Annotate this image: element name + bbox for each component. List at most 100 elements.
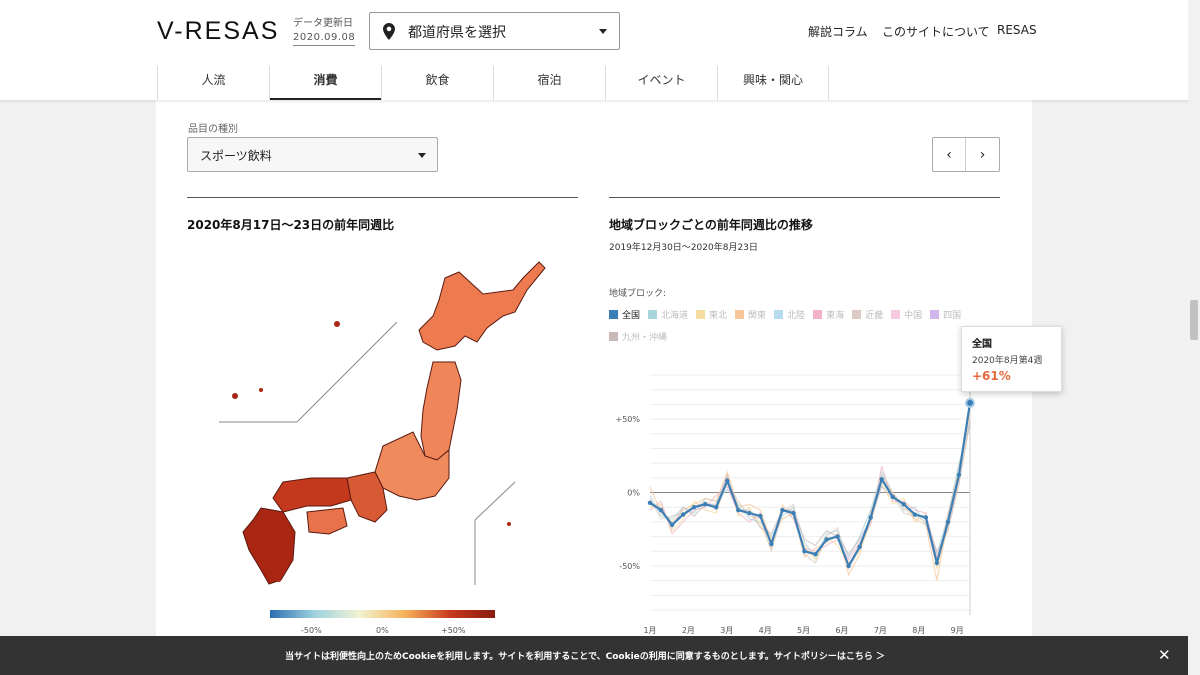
- cookie-bar: 当サイトは利便性向上のためCookieを利用します。サイトを利用することで、Co…: [0, 636, 1200, 675]
- data-point: [802, 549, 807, 554]
- tooltip-week: 2020年8月第4週: [972, 356, 1043, 366]
- inset-line: [296, 321, 398, 423]
- data-point: [758, 513, 763, 519]
- section-divider: [609, 197, 1000, 198]
- legend-swatch: [648, 310, 658, 319]
- y-tick-label: +50%: [616, 415, 641, 424]
- nav-link-resas[interactable]: RESAS: [997, 23, 1037, 37]
- item-type-select[interactable]: スポーツ飲料: [187, 137, 438, 172]
- series-line-東海: [649, 407, 971, 562]
- legend-item[interactable]: 北海道: [648, 308, 688, 321]
- data-point: [780, 507, 785, 513]
- data-point: [691, 504, 697, 510]
- legend-item[interactable]: 北陸: [774, 308, 805, 321]
- tab-interest[interactable]: 興味・関心: [717, 66, 829, 100]
- data-point: [923, 515, 929, 520]
- tab-event[interactable]: イベント: [605, 66, 717, 100]
- cookie-message[interactable]: 当サイトは利便性向上のためCookieを利用します。サイトを利用することで、Co…: [0, 649, 1170, 662]
- data-point: [934, 560, 940, 566]
- chart-tooltip: 全国 2020年8月第4週 +61%: [961, 326, 1062, 392]
- close-icon[interactable]: ✕: [1158, 646, 1171, 664]
- item-type-value: スポーツ飲料: [200, 149, 272, 163]
- legend-item[interactable]: 東北: [696, 308, 727, 321]
- legend-item[interactable]: 九州・沖縄: [609, 330, 667, 343]
- nav-link-about[interactable]: このサイトについて: [882, 23, 990, 40]
- data-point: [791, 510, 796, 516]
- site-logo[interactable]: V-RESAS: [157, 17, 279, 46]
- legend-label-text: 東海: [826, 311, 845, 321]
- update-label: データ更新日: [293, 18, 353, 29]
- scale-label-plus: +50%: [441, 626, 466, 635]
- chevron-left-icon: ‹: [946, 146, 952, 163]
- region-shikoku[interactable]: [306, 507, 348, 535]
- scale-label-zero: 0%: [376, 626, 389, 635]
- series-line-近畿: [649, 418, 971, 571]
- prev-button[interactable]: ‹: [933, 138, 967, 171]
- pager: ‹ ›: [932, 137, 1000, 172]
- update-info: データ更新日 2020.09.08: [293, 17, 356, 46]
- data-point: [747, 510, 752, 516]
- inset-line: [474, 481, 516, 521]
- legend-item[interactable]: 中国: [891, 308, 922, 321]
- region-chugoku[interactable]: [272, 477, 352, 513]
- region-tohoku[interactable]: [420, 361, 462, 461]
- next-button[interactable]: ›: [966, 138, 999, 171]
- nav-link-column[interactable]: 解説コラム: [808, 23, 868, 40]
- legend-label-text: 近畿: [865, 311, 884, 321]
- item-type-label: 品目の種別: [188, 124, 238, 135]
- prefecture-select-label: 都道府県を選択: [408, 25, 506, 41]
- legend-label-text: 北陸: [787, 311, 806, 321]
- legend-item[interactable]: 関東: [735, 308, 766, 321]
- data-point: [647, 500, 653, 505]
- region-kyushu[interactable]: [242, 507, 296, 585]
- legend-item[interactable]: 全国: [609, 308, 640, 321]
- island: [232, 393, 238, 399]
- chevron-down-icon: [599, 29, 607, 34]
- legend-label-text: 全国: [622, 311, 641, 321]
- data-point: [702, 502, 708, 507]
- legend-item[interactable]: 近畿: [852, 308, 883, 321]
- legend-label-text: 関東: [748, 311, 767, 321]
- series-line-national: [649, 402, 972, 569]
- legend-label-text: 東北: [709, 311, 728, 321]
- island: [507, 522, 511, 526]
- legend-label-text: 四国: [943, 311, 962, 321]
- y-tick-label: 0%: [627, 489, 640, 498]
- x-tick-label: 2月: [682, 626, 695, 635]
- data-point: [813, 551, 818, 557]
- x-tick-label: 8月: [912, 626, 925, 635]
- tab-people-flow[interactable]: 人流: [157, 66, 269, 100]
- page-scrollbar[interactable]: [1188, 0, 1200, 675]
- x-tick-label: 1月: [643, 626, 656, 635]
- data-point: [912, 512, 918, 517]
- data-point: [890, 494, 895, 500]
- japan-choropleth-map: [219, 261, 546, 585]
- legend-swatch: [735, 310, 745, 319]
- data-point: [680, 512, 686, 517]
- tab-lodging[interactable]: 宿泊: [493, 66, 605, 100]
- region-hokkaido[interactable]: [418, 261, 546, 351]
- scrollbar-thumb[interactable]: [1190, 300, 1198, 340]
- legend-item[interactable]: 東海: [813, 308, 844, 321]
- legend-swatch: [609, 310, 618, 319]
- x-tick-label: 3月: [720, 626, 733, 635]
- scale-label-minus: -50%: [301, 626, 322, 635]
- legend-swatch: [852, 310, 862, 319]
- series-line-北海道: [649, 424, 971, 559]
- prefecture-select[interactable]: 都道府県を選択: [369, 12, 620, 50]
- data-point: [945, 519, 951, 525]
- tab-consumption[interactable]: 消費: [269, 66, 381, 100]
- legend-swatch: [609, 332, 618, 341]
- chart-legend: 全国 北海道 東北 関東 北陸 東海 近畿 中国 四国九州・沖縄: [609, 304, 979, 348]
- color-scale-bar: [270, 610, 495, 618]
- tab-food[interactable]: 飲食: [381, 66, 493, 100]
- tooltip-region: 全国: [972, 339, 992, 350]
- data-point: [868, 515, 873, 520]
- data-point: [956, 472, 962, 478]
- legend-label-text: 九州・沖縄: [622, 333, 668, 343]
- legend-swatch: [930, 310, 940, 319]
- y-tick-label: -50%: [619, 562, 640, 571]
- legend-label-text: 北海道: [661, 311, 689, 321]
- legend-item[interactable]: 四国: [930, 308, 961, 321]
- map-title: 2020年8月17日〜23日の前年同週比: [187, 218, 395, 232]
